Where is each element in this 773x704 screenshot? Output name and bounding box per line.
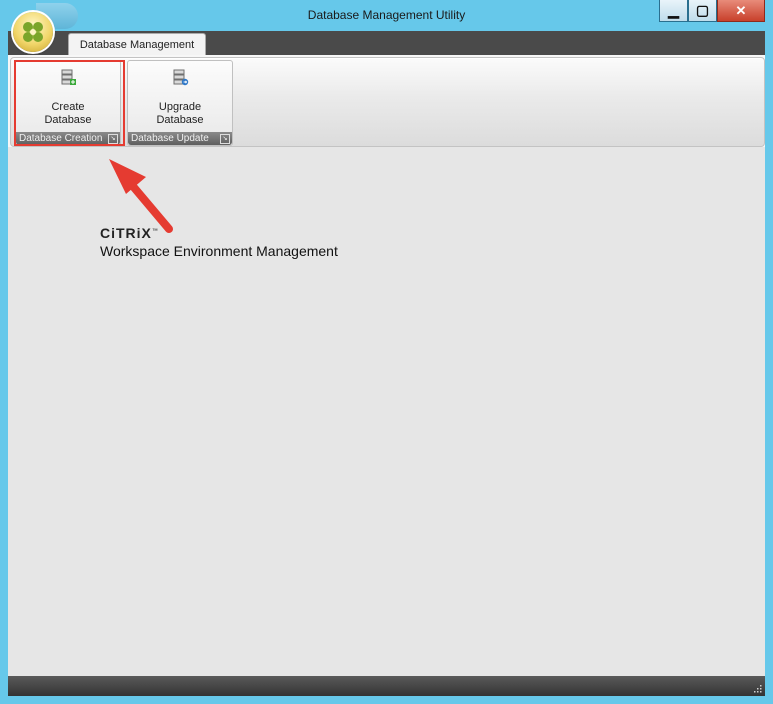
annotation-arrow-icon — [109, 159, 173, 233]
app-logo-icon — [23, 22, 43, 42]
application-menu-button[interactable] — [13, 12, 53, 52]
app-window: Database Management Utility ▁ ▢ ✕ Databa… — [0, 0, 773, 704]
